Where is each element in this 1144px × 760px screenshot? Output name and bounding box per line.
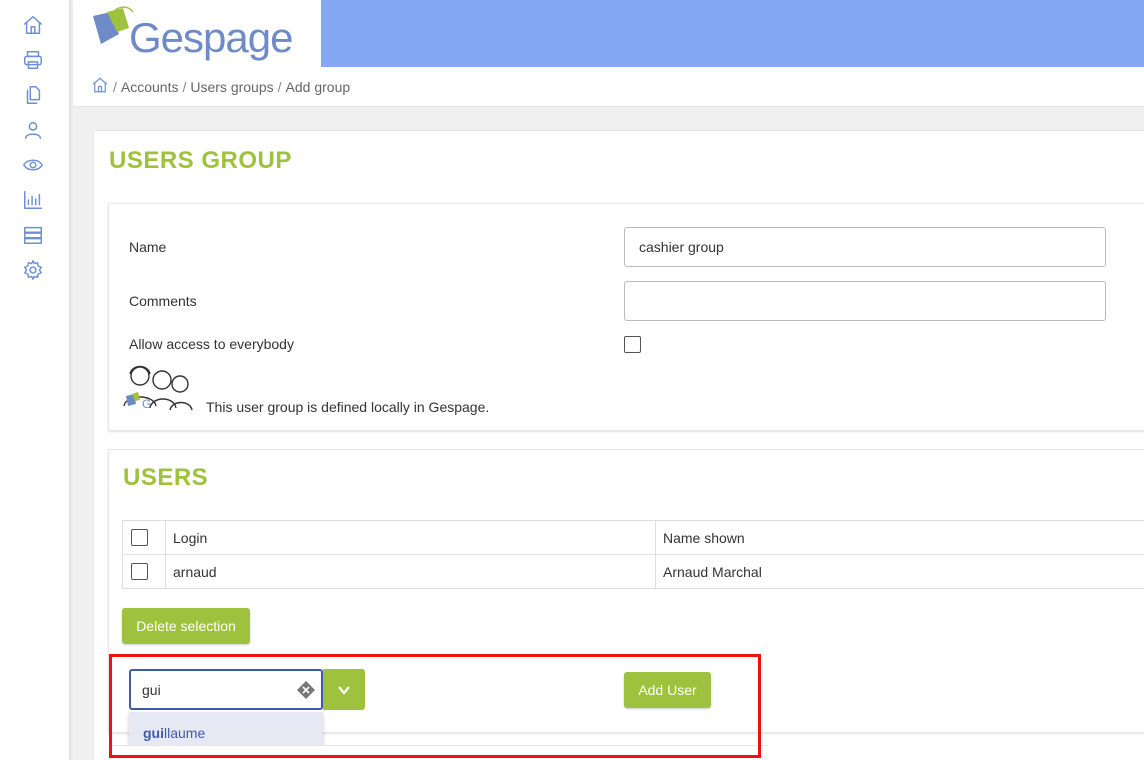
breadcrumb-add-group: Add group bbox=[285, 78, 351, 95]
gear-icon[interactable] bbox=[20, 257, 46, 283]
row-checkbox[interactable] bbox=[131, 563, 148, 580]
breadcrumb-home-icon[interactable] bbox=[91, 76, 109, 97]
select-all-checkbox[interactable] bbox=[131, 529, 148, 546]
home-icon[interactable] bbox=[20, 12, 46, 38]
server-icon[interactable] bbox=[20, 222, 46, 248]
printer-icon[interactable] bbox=[20, 47, 46, 73]
sidebar bbox=[0, 0, 70, 760]
next-panel-edge bbox=[108, 745, 768, 760]
breadcrumb-users-groups[interactable]: Users groups bbox=[190, 79, 273, 95]
row-checkbox-cell bbox=[122, 554, 166, 589]
local-group-note: This user group is defined locally in Ge… bbox=[206, 399, 490, 415]
breadcrumb-separator: / bbox=[113, 78, 117, 95]
header-checkbox-cell bbox=[122, 520, 166, 555]
svg-text:G: G bbox=[142, 397, 151, 411]
local-group-icon: G bbox=[123, 365, 193, 411]
breadcrumb-separator: / bbox=[277, 78, 282, 95]
user-icon[interactable] bbox=[20, 117, 46, 143]
users-table: Login Name shown arnaud Arnaud Marchal bbox=[122, 520, 1144, 589]
row-login: arnaud bbox=[165, 554, 656, 589]
logo-text: Gespage bbox=[129, 14, 293, 61]
column-header-login[interactable]: Login bbox=[165, 520, 656, 555]
table-row[interactable]: arnaud Arnaud Marchal bbox=[122, 554, 1144, 589]
user-dropdown-toggle[interactable] bbox=[323, 669, 365, 710]
name-input[interactable]: cashier group bbox=[624, 227, 1106, 267]
users-group-title: USERS GROUP bbox=[109, 147, 292, 174]
eye-icon[interactable] bbox=[20, 152, 46, 178]
bar-chart-icon[interactable] bbox=[20, 187, 46, 213]
documents-icon[interactable] bbox=[20, 82, 46, 108]
breadcrumb-separator: / bbox=[182, 78, 187, 95]
add-user-button[interactable]: Add User bbox=[624, 672, 711, 708]
breadcrumb-accounts[interactable]: Accounts bbox=[121, 79, 179, 95]
suggestion-rest-text: llaume bbox=[164, 725, 206, 741]
chevron-down-icon bbox=[338, 685, 350, 695]
column-header-name-shown[interactable]: Name shown bbox=[655, 520, 1144, 555]
table-header-row: Login Name shown bbox=[122, 520, 1144, 555]
logo[interactable]: Gespage bbox=[73, 0, 321, 67]
clear-eraser-icon[interactable] bbox=[296, 680, 316, 700]
allow-access-label: Allow access to everybody bbox=[129, 336, 294, 352]
name-label: Name bbox=[129, 239, 167, 255]
comments-label: Comments bbox=[129, 293, 197, 309]
row-name-shown: Arnaud Marchal bbox=[655, 554, 1144, 589]
allow-access-checkbox[interactable] bbox=[624, 336, 641, 353]
suggestion-match-text: gui bbox=[143, 725, 164, 741]
user-search-input[interactable]: gui bbox=[129, 669, 323, 710]
users-title: USERS bbox=[123, 464, 209, 491]
top-bar bbox=[321, 0, 1144, 67]
breadcrumb: / Accounts / Users groups / Add group bbox=[73, 67, 1144, 107]
comments-input[interactable] bbox=[624, 281, 1106, 321]
delete-selection-button[interactable]: Delete selection bbox=[122, 608, 250, 644]
